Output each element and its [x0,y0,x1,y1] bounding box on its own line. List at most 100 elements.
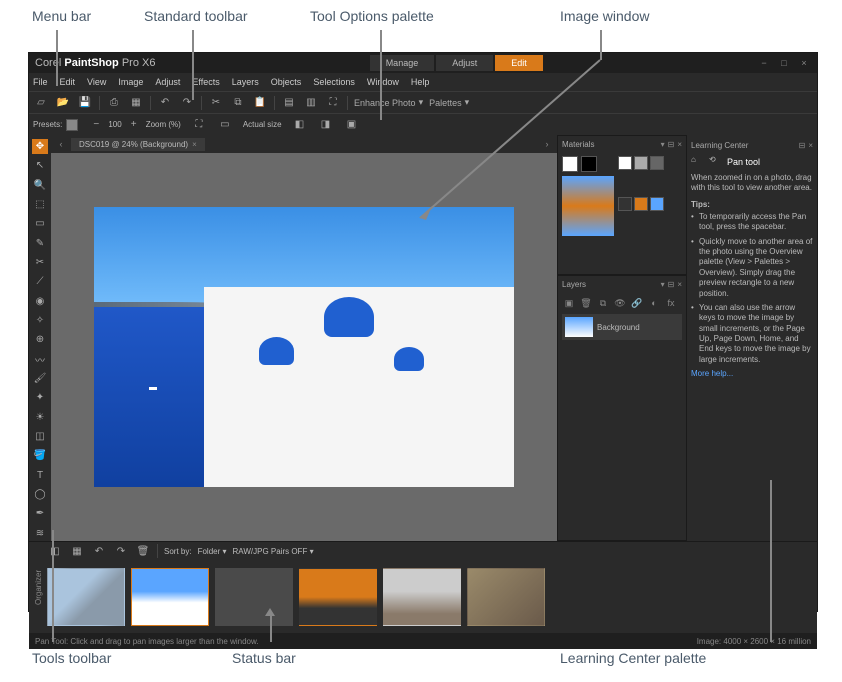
menu-effects[interactable]: Effects [192,77,219,87]
crop-tool-icon[interactable]: ✂ [32,255,48,270]
palette-autohide-icon[interactable]: ⊟ [799,141,806,150]
org-rotate-right-icon[interactable]: ↷ [113,543,129,559]
actual-size-icon[interactable]: ▭ [217,117,233,133]
new-icon[interactable]: ▱ [33,95,49,111]
palette-autohide-icon[interactable]: ⊟ [668,280,675,289]
back-icon[interactable]: ⌂ [691,155,705,169]
document-tab[interactable]: DSC019 @ 24% (Background) × [71,138,205,151]
eye-icon[interactable]: 👁 [613,296,627,310]
duplicate-layer-icon[interactable]: ⧉ [596,296,610,310]
menu-selections[interactable]: Selections [313,77,355,87]
copy-icon[interactable]: ⧉ [230,95,246,111]
home-icon[interactable]: ⟲ [709,155,723,169]
cut-icon[interactable]: ✂ [208,95,224,111]
clone-tool-icon[interactable]: ⊕ [32,332,48,347]
makeover-tool-icon[interactable]: ✧ [32,313,48,328]
thumbnail[interactable] [299,568,377,626]
sample-swatch[interactable] [618,197,632,211]
paint-tool-icon[interactable]: 🖌 [32,371,48,386]
fill-tool-icon[interactable]: 🪣 [32,448,48,463]
dropper-tool-icon[interactable]: ✎ [32,236,48,251]
label-image-window: Image window [560,8,650,24]
organizer-label[interactable]: Organizer [29,542,43,633]
menu-adjust[interactable]: Adjust [155,77,180,87]
zoom-out-icon[interactable]: − [88,117,104,133]
preset-swatch[interactable] [66,119,78,131]
save-icon[interactable]: 💾 [77,95,93,111]
sample-swatch[interactable] [618,156,632,170]
menu-image[interactable]: Image [118,77,143,87]
shape-tool-icon[interactable]: ◯ [32,487,48,502]
minimize-button[interactable]: − [757,57,771,69]
mask-icon[interactable]: ◐ [647,296,661,310]
rulers-icon[interactable]: ▥ [303,95,319,111]
palette-close-icon[interactable]: × [677,140,682,149]
selection-tool-icon[interactable]: ▭ [32,216,48,231]
oil-tool-icon[interactable]: ≋ [32,526,48,541]
maximize-button[interactable]: □ [777,57,791,69]
thumbnail[interactable] [131,568,209,626]
doc-tab-prev[interactable]: ‹ [55,139,67,149]
twain-icon[interactable]: ▦ [128,95,144,111]
pen-tool-icon[interactable]: ✒ [32,506,48,521]
zoom-tool-icon[interactable]: 🔍 [32,178,48,193]
org-delete-icon[interactable]: 🗑 [135,543,151,559]
sample-swatch[interactable] [650,156,664,170]
eraser-tool-icon[interactable]: ◫ [32,429,48,444]
scratch-tool-icon[interactable]: 〰 [32,352,48,367]
print-icon[interactable]: ⎙ [106,95,122,111]
layer-row[interactable]: Background [562,314,682,340]
rawjpg-toggle[interactable]: RAW/JPG Pairs OFF ▾ [233,547,314,556]
pan-tool-icon[interactable]: ✥ [32,139,48,154]
thumbnail[interactable] [383,568,461,626]
resize-icon[interactable]: ⛶ [325,95,341,111]
close-button[interactable]: × [797,57,811,69]
opt-icon-3[interactable]: ▣ [344,117,360,133]
paste-icon[interactable]: 📋 [252,95,268,111]
sample-swatch[interactable] [634,197,648,211]
org-rotate-left-icon[interactable]: ↶ [91,543,107,559]
sample-swatch[interactable] [634,156,648,170]
sample-swatch[interactable] [650,197,664,211]
menu-view[interactable]: View [87,77,106,87]
new-layer-icon[interactable]: ▣ [562,296,576,310]
doc-tab-close-icon[interactable]: × [192,140,197,149]
pointer-tool-icon[interactable]: ↖ [32,158,48,173]
undo-icon[interactable]: ↶ [157,95,173,111]
palette-close-icon[interactable]: × [677,280,682,289]
fit-window-icon[interactable]: ⛶ [191,117,207,133]
org-nav-icon[interactable]: ◧ [47,543,63,559]
menu-file[interactable]: File [33,77,48,87]
palette-icon[interactable]: ▤ [281,95,297,111]
open-icon[interactable]: 📂 [55,95,71,111]
zoom-in-icon[interactable]: + [126,117,142,133]
fx-icon[interactable]: fx [664,296,678,310]
thumbnail[interactable] [467,568,545,626]
menu-edit[interactable]: Edit [60,77,76,87]
thumbnail[interactable] [47,568,125,626]
menu-objects[interactable]: Objects [271,77,302,87]
sortby-value[interactable]: Folder ▾ [198,547,227,556]
palette-close-icon[interactable]: × [808,141,813,150]
straighten-tool-icon[interactable]: ⟋ [32,274,48,289]
text-tool-icon[interactable]: T [32,468,48,483]
opt-icon-1[interactable]: ◧ [292,117,308,133]
lighten-tool-icon[interactable]: ☀ [32,410,48,425]
lc-more-help-link[interactable]: More help... [691,369,813,378]
lc-tips-header: Tips: [691,200,813,209]
menu-layers[interactable]: Layers [232,77,259,87]
menu-window[interactable]: Window [367,77,399,87]
palette-menu-icon[interactable]: ▾ [661,280,665,289]
opt-icon-2[interactable]: ◨ [318,117,334,133]
lc-tip: You can also use the arrow keys to move … [691,303,813,365]
thumbnail[interactable] [215,568,293,626]
palette-menu-icon[interactable]: ▾ [661,140,665,149]
airbrush-tool-icon[interactable]: ✦ [32,390,48,405]
redeye-tool-icon[interactable]: ◉ [32,294,48,309]
org-view-icon[interactable]: ▦ [69,543,85,559]
delete-layer-icon[interactable]: 🗑 [579,296,593,310]
palette-autohide-icon[interactable]: ⊟ [668,140,675,149]
separator [347,96,348,110]
pick-tool-icon[interactable]: ⬚ [32,197,48,212]
link-icon[interactable]: 🔗 [630,296,644,310]
